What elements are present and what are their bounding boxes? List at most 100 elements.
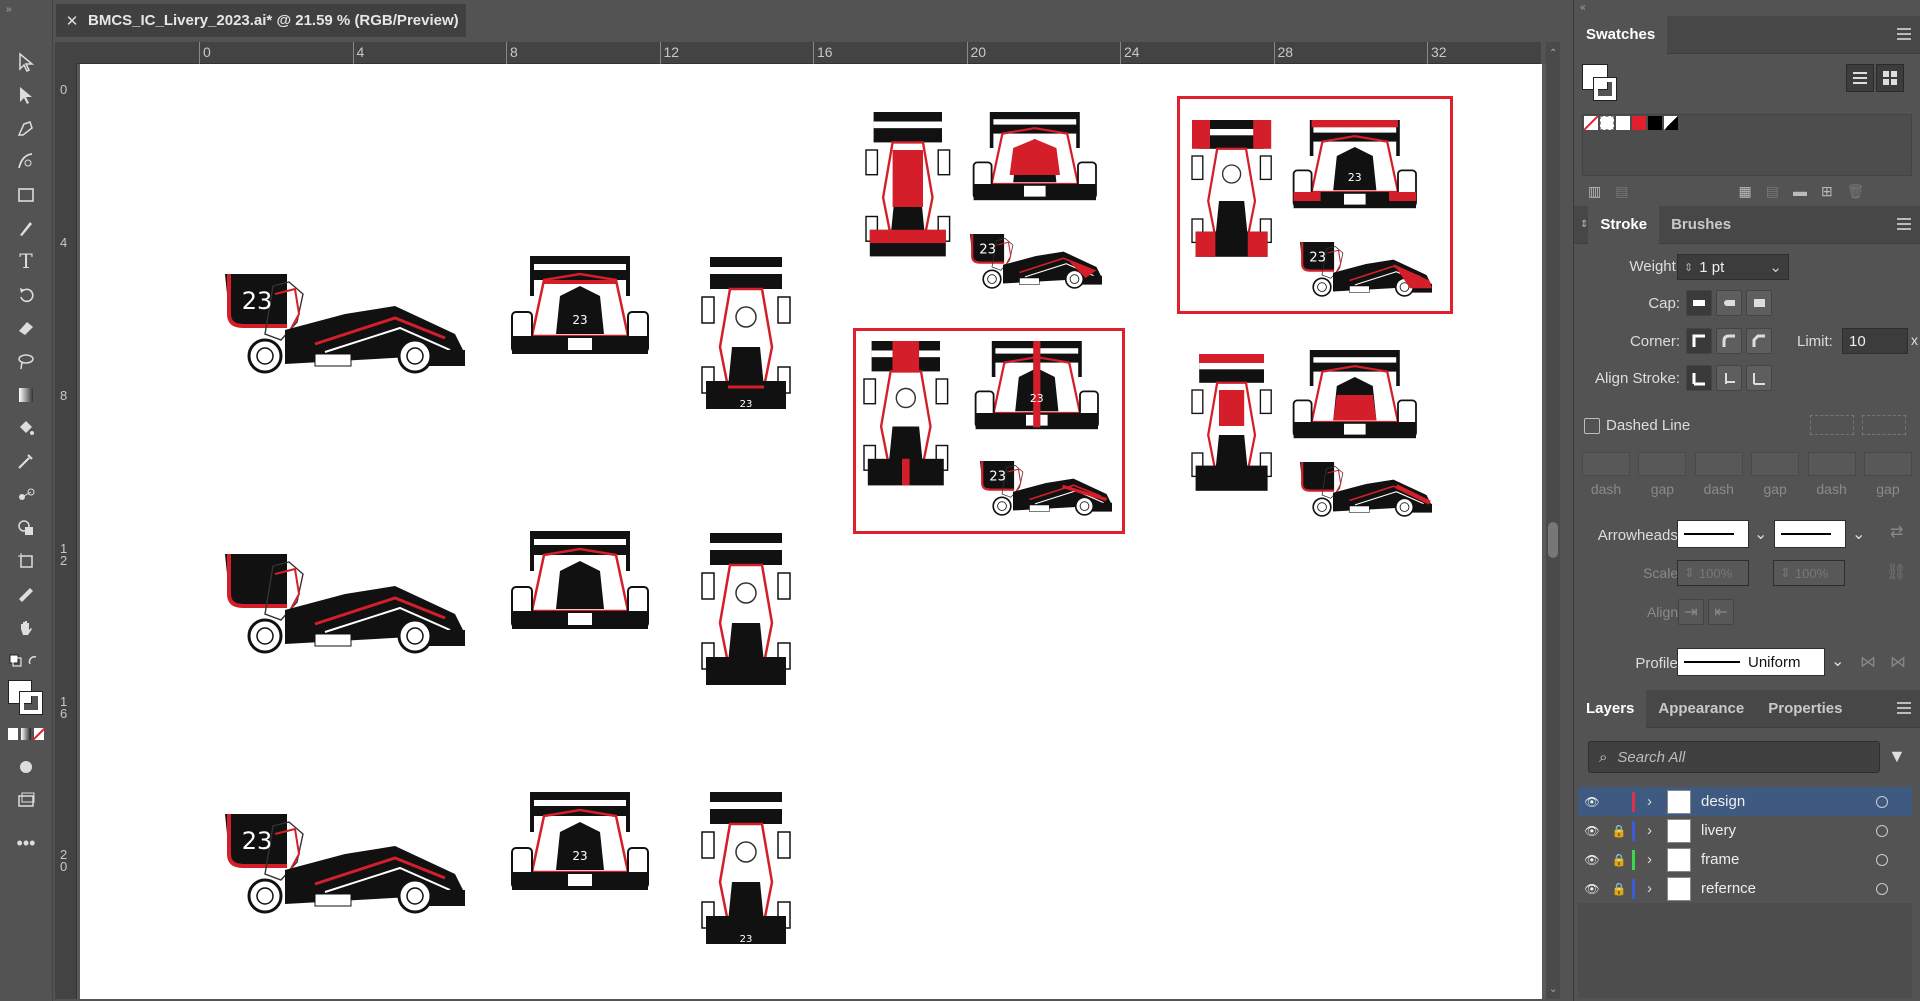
expand-chevron-icon[interactable]: › (1647, 793, 1667, 810)
chevron-down-icon[interactable]: ⌄ (1754, 524, 1767, 544)
flip-across-icon[interactable]: ⋈ (1890, 652, 1906, 672)
visibility-eye-icon[interactable]: 👁 (1578, 824, 1606, 838)
bevel-join-button[interactable] (1746, 328, 1772, 354)
miter-join-button[interactable] (1686, 328, 1712, 354)
gap-field-3[interactable] (1863, 452, 1912, 476)
eraser-tool-icon[interactable] (11, 313, 41, 343)
swatch-black-white[interactable] (1664, 116, 1678, 130)
more-tools-icon[interactable]: ••• (11, 828, 41, 858)
round-join-button[interactable] (1716, 328, 1742, 354)
color-mode-icons[interactable] (8, 727, 46, 742)
preserve-dash-icon[interactable] (1810, 415, 1854, 435)
car-front-view-2[interactable] (510, 529, 650, 631)
tab-appearance[interactable]: Appearance (1646, 690, 1756, 728)
align-dash-icon[interactable] (1862, 415, 1906, 435)
screen-mode-icon[interactable] (11, 785, 41, 815)
car-top-view-2[interactable] (700, 531, 792, 687)
grid-view-icon[interactable] (1876, 64, 1904, 92)
chevron-down-icon[interactable]: ⌄ (1831, 651, 1844, 671)
swap-arrowheads-icon[interactable]: ⇄ (1890, 522, 1903, 542)
tab-brushes[interactable]: Brushes (1659, 206, 1743, 244)
limit-field[interactable]: 10 (1842, 328, 1908, 354)
swap-fill-stroke-icon[interactable] (8, 652, 42, 670)
ruler-tool-icon[interactable] (11, 580, 41, 610)
end-arrowhead-select[interactable] (1774, 520, 1846, 548)
document-tab[interactable]: ✕ BMCS_IC_Livery_2023.ai* @ 21.59 % (RGB… (56, 4, 466, 37)
round-cap-button[interactable] (1716, 290, 1742, 316)
fill-stroke-indicator[interactable] (8, 680, 44, 716)
swatch-none[interactable] (1584, 116, 1598, 130)
dash-field-1[interactable] (1582, 452, 1630, 476)
swatch-red[interactable] (1632, 116, 1646, 130)
chevron-down-icon[interactable]: ⌄ (1852, 524, 1865, 544)
close-icon[interactable]: ✕ (56, 12, 88, 30)
collapse-toolbar-icon[interactable]: » (6, 4, 12, 15)
arrow-extend-beyond-button[interactable]: ⇥ (1678, 599, 1704, 625)
live-paint-bucket-icon[interactable] (11, 413, 41, 443)
layer-name[interactable]: frame (1701, 851, 1876, 868)
align-center-button[interactable] (1686, 365, 1712, 391)
layer-name[interactable]: design (1701, 793, 1876, 810)
new-color-group-icon[interactable]: ▬ (1793, 183, 1807, 199)
swatch-white[interactable] (1616, 116, 1630, 130)
layers-search-input[interactable]: ⌕ Search All (1588, 741, 1880, 773)
link-scale-icon[interactable]: ⛓ (1886, 562, 1906, 582)
artboard-tool-icon[interactable] (11, 546, 41, 576)
show-swatch-kinds-icon[interactable]: ▦ (1738, 183, 1751, 200)
direct-selection-tool-icon[interactable] (11, 80, 41, 110)
blend-tool-icon[interactable] (11, 480, 41, 510)
selection-frame-c[interactable] (853, 328, 1125, 534)
collapse-panels-icon[interactable]: « (1580, 2, 1586, 13)
gap-field-1[interactable] (1638, 452, 1687, 476)
layer-row-design[interactable]: 👁 › design (1578, 787, 1912, 816)
target-circle-icon[interactable] (1876, 824, 1888, 837)
rectangle-tool-icon[interactable] (11, 180, 41, 210)
visibility-eye-icon[interactable]: 👁 (1578, 853, 1606, 867)
eyedropper-tool-icon[interactable] (11, 446, 41, 476)
arrow-end-scale-field[interactable]: ⇕ 100% (1773, 560, 1845, 586)
layer-name[interactable]: refernce (1701, 880, 1876, 897)
target-circle-icon[interactable] (1876, 882, 1888, 895)
swatch-black[interactable] (1648, 116, 1662, 130)
panel-menu-icon[interactable] (1897, 218, 1911, 230)
car-top-view-1[interactable]: 23 (700, 255, 792, 411)
concept-group-d[interactable] (1190, 348, 1434, 518)
type-tool-icon[interactable]: T (11, 246, 41, 276)
expand-chevron-icon[interactable]: › (1647, 822, 1667, 839)
swatch-registration[interactable] (1600, 116, 1614, 130)
flip-along-icon[interactable]: ⋈ (1860, 652, 1876, 672)
artboard[interactable]: 23 23 23 23 23 23 23 23 23 23 23 (80, 64, 1542, 999)
gap-field-2[interactable] (1751, 452, 1800, 476)
dashed-line-checkbox[interactable] (1584, 418, 1600, 434)
tab-stroke[interactable]: Stroke (1588, 205, 1660, 244)
ruler-origin[interactable] (55, 42, 77, 64)
car-front-view-1[interactable]: 23 (510, 254, 650, 356)
lock-icon[interactable]: 🔒 (1606, 853, 1632, 867)
layers-list-empty-area[interactable] (1578, 903, 1912, 998)
visibility-eye-icon[interactable]: 👁 (1578, 795, 1606, 809)
lasso-tool-icon[interactable] (11, 346, 41, 376)
align-outside-button[interactable] (1746, 365, 1772, 391)
filter-icon[interactable]: ▼ (1888, 746, 1906, 767)
curvature-tool-icon[interactable] (11, 146, 41, 176)
arrow-place-at-end-button[interactable]: ⇤ (1708, 599, 1734, 625)
tab-layers[interactable]: Layers (1574, 689, 1647, 728)
layer-row-livery[interactable]: 👁 🔒 › livery (1578, 816, 1912, 845)
layer-name[interactable]: livery (1701, 822, 1876, 839)
lock-icon[interactable]: 🔒 (1606, 882, 1632, 896)
vertical-scrollbar[interactable]: ⌃ ⌄ (1546, 42, 1560, 999)
car-side-view-3[interactable]: 23 (223, 812, 467, 914)
rotate-tool-icon[interactable] (11, 280, 41, 310)
projecting-cap-button[interactable] (1746, 290, 1772, 316)
tab-swatches[interactable]: Swatches (1574, 15, 1668, 54)
expand-chevron-icon[interactable]: › (1647, 880, 1667, 897)
visibility-eye-icon[interactable]: 👁 (1578, 882, 1606, 896)
car-top-view-3[interactable]: 23 (700, 790, 792, 946)
layer-row-refernce[interactable]: 👁 🔒 › refernce (1578, 874, 1912, 903)
arrow-start-scale-field[interactable]: ⇕ 100% (1677, 560, 1749, 586)
lock-icon[interactable]: 🔒 (1606, 824, 1632, 838)
dash-field-3[interactable] (1807, 452, 1856, 476)
vertical-ruler[interactable]: 0 4 8 1 2 1 6 2 0 (55, 64, 77, 999)
draw-mode-icon[interactable] (11, 752, 41, 782)
new-swatch-icon[interactable]: ⊞ (1821, 183, 1833, 200)
